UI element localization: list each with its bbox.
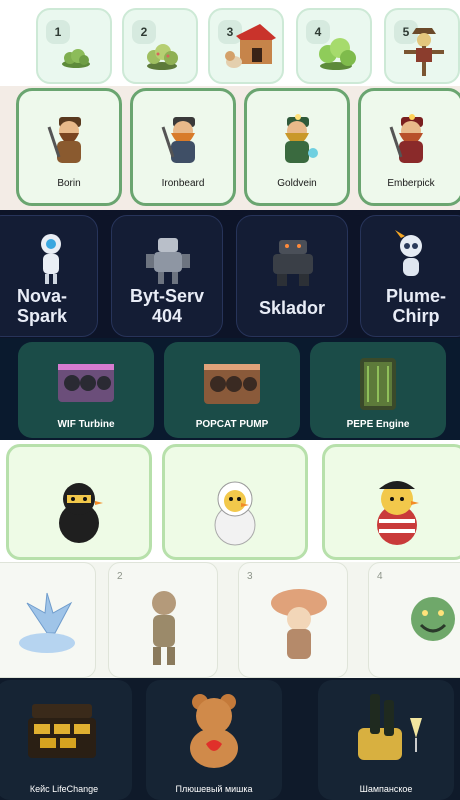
duck-card-ninja[interactable] [6, 444, 152, 560]
level-card-5[interactable]: 5 [384, 8, 460, 84]
rig-card-pepe-engine[interactable]: PEPE Engine [310, 342, 446, 438]
level-card-4[interactable]: 4 [296, 8, 372, 84]
level-card-1[interactable]: 1 [36, 8, 112, 84]
dwarf-row: Borin Ironbeard Goldvein Emberpick [0, 86, 460, 210]
teddy-bear-icon [190, 694, 238, 768]
robot-card-sklador[interactable]: Sklador [236, 215, 348, 337]
creature-row: 2 3 4 [0, 562, 460, 678]
mining-rig-icon [360, 358, 396, 410]
tree-creature-icon [152, 591, 176, 665]
dwarf-miner-icon [389, 114, 423, 163]
robot-name: Byt-Serv 404 [129, 286, 205, 326]
dwarf-name: Emberpick [387, 178, 435, 189]
pirate-duck-icon [377, 481, 419, 545]
robot-icon [395, 230, 422, 276]
dwarf-miner-icon [285, 114, 318, 163]
plant-monster-icon [411, 597, 455, 641]
dwarf-card-borin[interactable]: Borin [16, 88, 122, 206]
mining-rig-icon [204, 364, 260, 404]
gift-name: Плюшевый мишка [175, 784, 253, 794]
robot-row: Nova- Spark Byt-Serv 404 Sklador Plume- … [0, 210, 460, 338]
crystal-flower-icon [19, 592, 75, 653]
robot-name: Nova- Spark [16, 286, 68, 326]
rig-card-popcat-pump[interactable]: POPCAT PUMP [164, 342, 300, 438]
gift-card-teddy-bear[interactable]: Плюшевый мишка [146, 680, 282, 800]
rig-card-wif-turbine[interactable]: WIF Turbine [18, 342, 154, 438]
dwarf-card-ironbeard[interactable]: Ironbeard [130, 88, 236, 206]
bush-icon [319, 38, 356, 70]
dwarf-miner-icon [47, 117, 81, 163]
rig-name: PEPE Engine [346, 419, 410, 430]
robot-name: Sklador [258, 298, 326, 318]
mining-rig-row: WIF Turbine POPCAT PUMP PEPE Engine [0, 338, 460, 440]
robot-name: Plume- Chirp [385, 286, 446, 326]
robot-card-byt-serv-404[interactable]: Byt-Serv 404 [111, 215, 223, 337]
robot-card-nova-spark[interactable]: Nova- Spark [0, 215, 98, 337]
robot-icon [146, 238, 190, 284]
robot-icon [41, 234, 61, 284]
duck-row [0, 440, 460, 562]
rig-name: WIF Turbine [57, 419, 115, 430]
ninja-duck-icon [59, 483, 103, 543]
creature-card-3[interactable]: 3 [238, 562, 348, 678]
dwarf-card-emberpick[interactable]: Emberpick [358, 88, 460, 206]
doghouse-icon [225, 24, 276, 68]
level-card-3[interactable]: 3 [208, 8, 284, 84]
duck-card-pirate[interactable] [322, 444, 460, 560]
astronaut-duck-icon [214, 481, 256, 546]
gift-card-champagne[interactable]: Шампанское [318, 680, 454, 800]
bush-icon [62, 49, 90, 68]
gift-row: Кейс LifeChange Плюшевый мишка Шампанско… [0, 678, 460, 800]
scarecrow-icon [404, 28, 444, 76]
dwarf-name: Ironbeard [161, 178, 205, 189]
dwarf-name: Borin [57, 178, 81, 189]
creature-card-1[interactable] [0, 562, 96, 678]
dwarf-miner-icon [161, 117, 195, 163]
bush-icon [147, 44, 178, 70]
mining-rig-icon [58, 364, 114, 402]
rig-name: POPCAT PUMP [195, 419, 269, 430]
gift-name: Шампанское [359, 784, 413, 794]
dwarf-name: Goldvein [277, 178, 317, 189]
level-card-2[interactable]: 2 [122, 8, 198, 84]
gift-name: Кейс LifeChange [29, 784, 99, 794]
level-strip: 1 2 3 4 5 [0, 0, 460, 86]
mushroom-creature-icon [271, 589, 327, 659]
duck-card-astronaut[interactable] [162, 444, 308, 560]
dwarf-card-goldvein[interactable]: Goldvein [244, 88, 350, 206]
creature-card-4[interactable]: 4 [368, 562, 460, 678]
creature-card-2[interactable]: 2 [108, 562, 218, 678]
champagne-icon [358, 694, 422, 760]
gift-card-lifechange[interactable]: Кейс LifeChange [0, 680, 132, 800]
gold-case-icon [28, 704, 96, 758]
robot-icon [273, 240, 313, 286]
robot-card-plume-chirp[interactable]: Plume- Chirp [360, 215, 460, 337]
